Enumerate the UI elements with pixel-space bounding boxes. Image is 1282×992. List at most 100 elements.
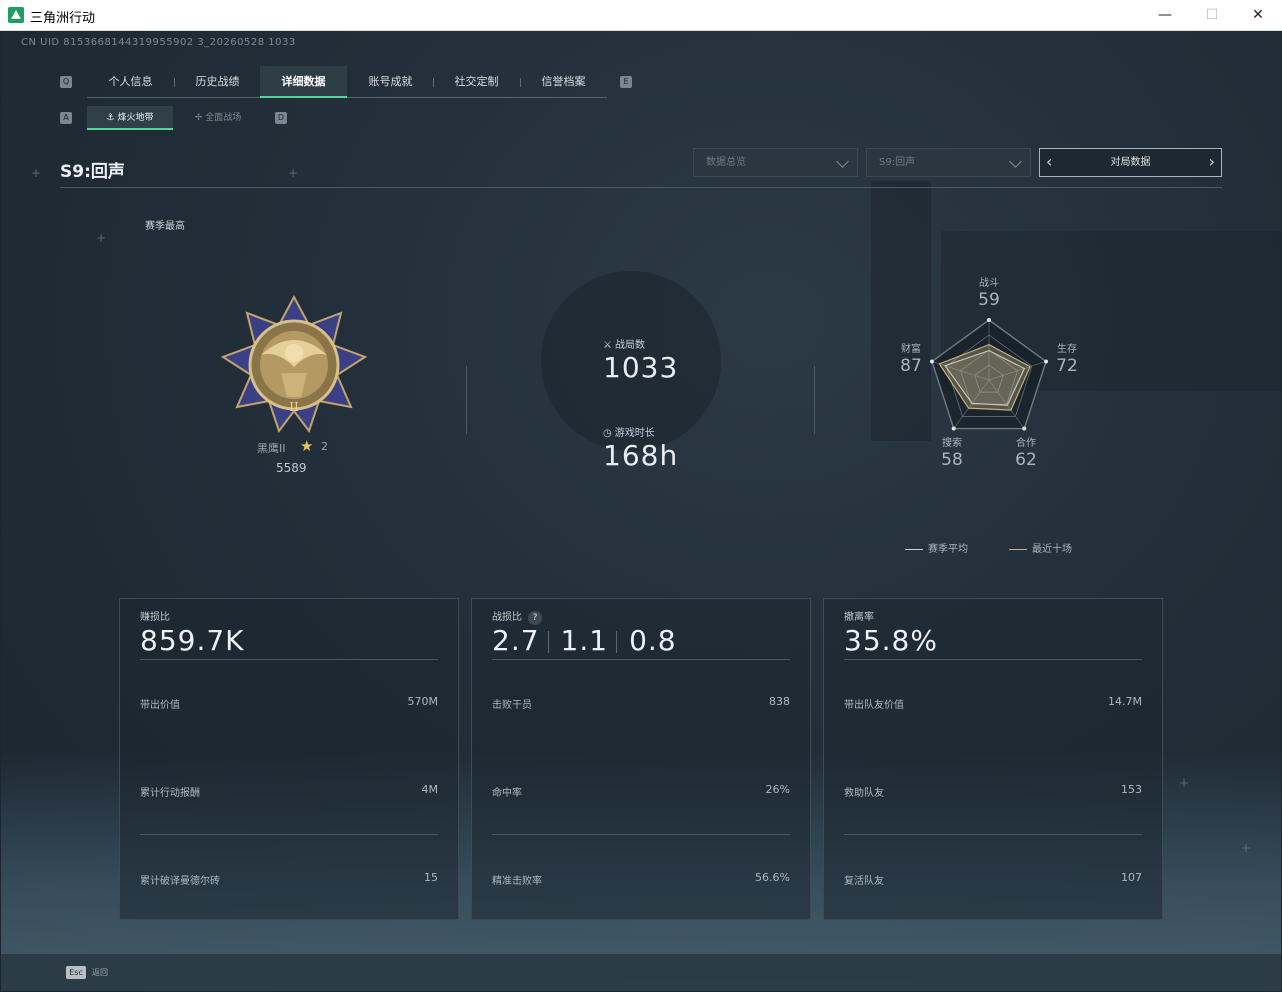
data-type-dropdown[interactable]: 数据总览 (693, 148, 858, 177)
game-viewport: + + + + + CN UID 8153668144319955902 3_2… (1, 31, 1281, 991)
season-dropdown[interactable]: S9:回声 (866, 148, 1031, 177)
dropdown-value: 数据总览 (706, 157, 746, 168)
stat-row-label: 累计行动报酬 (140, 788, 200, 799)
playtime-value: 168h (603, 439, 679, 472)
tab-personal-info[interactable]: 个人信息 (87, 66, 174, 98)
nav-next-key[interactable]: E (620, 76, 632, 88)
tab-social[interactable]: 社交定制 (433, 66, 520, 98)
playtime-label: ◷ 游戏时长 (603, 424, 655, 439)
legend-recent-ten: 最近十场 (1009, 540, 1072, 555)
page-title: S9:回声 (60, 162, 125, 182)
window-titlebar: 三角洲行动 — ☐ ✕ (0, 0, 1282, 31)
kd-values: 2.7 1.1 0.8 (492, 624, 677, 657)
stat-row-label: 复活队友 (844, 876, 884, 887)
panel-title: 赚损比 (140, 612, 170, 623)
subnav-prev-key[interactable]: A (60, 112, 72, 124)
rank-name: 黑鹰II (257, 442, 286, 455)
matches-label: ⚔ 战局数 (603, 336, 645, 351)
chevron-left-icon[interactable]: ‹ (1046, 151, 1052, 173)
match-data-label: 对局数据 (1110, 157, 1151, 168)
tab-credit-record[interactable]: 信誉档案 (520, 66, 607, 98)
close-button[interactable]: ✕ (1243, 4, 1273, 26)
stat-row-value: 153 (1121, 783, 1142, 796)
radar-label-search: 搜索 (942, 438, 962, 449)
star-icon: ★ (300, 437, 314, 455)
subtab-hazard-zone[interactable]: ⚓ 烽火地带 (87, 106, 173, 130)
subtab-full-battlefield[interactable]: ✢ 全面战场 (175, 106, 261, 130)
legend-season-average: 赛季平均 (905, 540, 968, 555)
radar-vertex-dot (1022, 426, 1027, 431)
panel-title: 撤离率 (844, 612, 874, 623)
panel-divider (492, 659, 790, 660)
tab-achievements[interactable]: 账号成就 (347, 66, 434, 98)
stat-row-label: 精准击败率 (492, 876, 542, 887)
panel-divider (492, 834, 790, 835)
chevron-down-icon (836, 155, 849, 168)
radar-value-wealth: 87 (900, 356, 922, 376)
stat-row-value: 838 (769, 695, 790, 708)
header-divider (60, 187, 1222, 188)
panel-divider (844, 834, 1142, 835)
radar-value-cooperation: 62 (1015, 450, 1037, 470)
panel-title-text: 战损比 (492, 612, 522, 623)
radar-vertex-dot (951, 426, 956, 431)
panel-title: 战损比? (492, 608, 542, 625)
stat-row-label: 累计破译曼德尔砖 (140, 876, 220, 887)
decor-cross: + (1179, 776, 1190, 790)
radar-label-wealth: 财富 (901, 344, 921, 355)
minimize-button[interactable]: — (1150, 4, 1180, 26)
chevron-right-icon[interactable]: › (1209, 151, 1215, 173)
radar-value-search: 58 (941, 450, 963, 470)
stat-row-value: 4M (421, 783, 439, 796)
decor-cross: + (96, 231, 107, 245)
help-icon[interactable]: ? (528, 611, 542, 625)
stat-row-label: 带出队友价值 (844, 700, 904, 711)
stat-row-value: 570M (407, 695, 439, 708)
panel-divider (140, 659, 438, 660)
panel-main-value: 35.8% (844, 624, 938, 657)
radar-value-combat: 59 (978, 290, 1000, 310)
subtab-label: 全面战场 (205, 113, 242, 123)
stat-row-value: 56.6% (755, 871, 790, 884)
kd-value-second: 1.1 (560, 624, 609, 657)
matches-label-text: 战局数 (614, 340, 645, 351)
radar-label-combat: 战斗 (979, 278, 999, 289)
rank-medal-icon: II (220, 294, 368, 435)
svg-text:II: II (289, 400, 299, 414)
tab-detailed-data[interactable]: 详细数据 (260, 66, 347, 98)
stat-row-label: 击败干员 (492, 700, 532, 711)
esc-key[interactable]: Esc (66, 966, 86, 979)
subtab-label: 烽火地带 (117, 113, 154, 123)
stat-row-value: 107 (1121, 871, 1142, 884)
panel-divider (844, 659, 1142, 660)
maximize-button[interactable]: ☐ (1197, 4, 1227, 26)
window-title: 三角洲行动 (30, 11, 96, 26)
panel-main-value: 859.7K (140, 624, 245, 657)
kd-panel: 战损比? 2.7 1.1 0.8 击败干员 838 命中率 26% 精准击败率 56… (471, 598, 811, 920)
crossed-swords-icon: ⚔ (603, 340, 612, 351)
tab-match-history[interactable]: 历史战绩 (174, 66, 261, 98)
stat-row-label: 命中率 (492, 788, 522, 799)
panel-divider (140, 834, 438, 835)
back-label[interactable]: 返回 (92, 967, 108, 978)
season-best-label: 赛季最高 (145, 221, 185, 232)
section-divider (814, 366, 815, 434)
clock-icon: ◷ (603, 428, 612, 439)
value-divider (547, 631, 549, 653)
battlefield-icon: ✢ (194, 113, 206, 123)
playtime-label-text: 游戏时长 (614, 428, 655, 439)
stat-row-label: 带出价值 (140, 700, 180, 711)
stat-row-value: 15 (424, 871, 438, 884)
bottom-bar: Esc 返回 (1, 954, 1281, 991)
chevron-down-icon (1009, 155, 1022, 168)
rank-stars-count: 2 (321, 440, 328, 453)
subnav-next-key[interactable]: D (275, 112, 287, 124)
match-data-button[interactable]: ‹ 对局数据 › (1039, 148, 1222, 177)
decor-cross: + (288, 166, 299, 180)
radar-value-survival: 72 (1056, 356, 1078, 376)
kd-value-third: 0.8 (629, 624, 677, 657)
stat-row-value: 14.7M (1108, 695, 1142, 708)
legend-swatch (905, 548, 923, 550)
nav-prev-key[interactable]: Q (60, 76, 72, 88)
app-logo-icon (8, 7, 24, 23)
